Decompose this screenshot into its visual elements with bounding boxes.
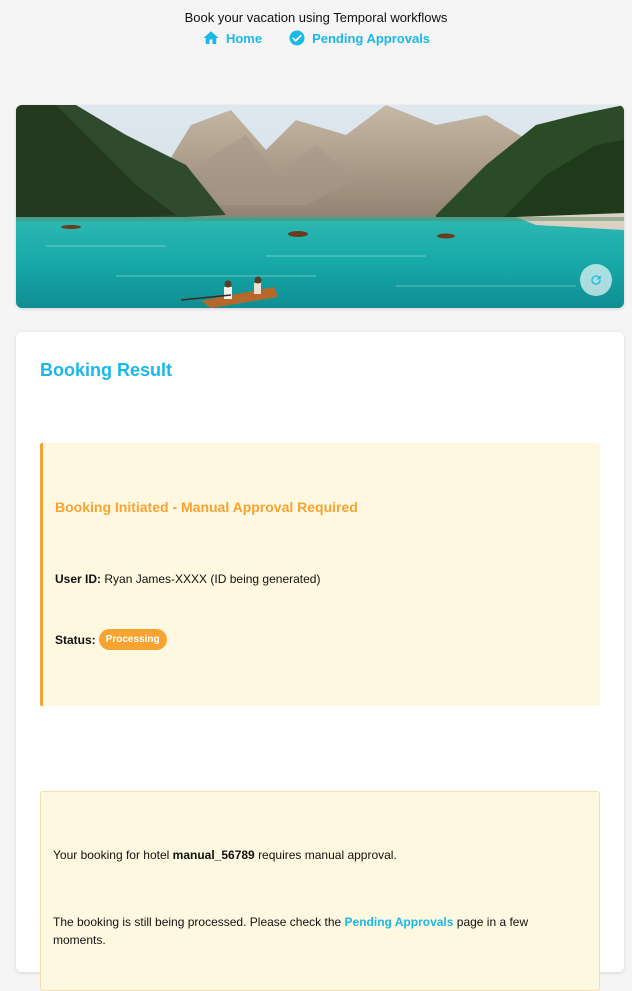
status-label: Status: [55, 632, 96, 647]
hero-banner [16, 105, 624, 308]
info-text-2: requires manual approval. [258, 848, 397, 862]
info-box: Your booking for hotel manual_56789 requ… [40, 791, 600, 991]
pending-approvals-link[interactable]: Pending Approvals [345, 915, 454, 929]
status-row: Status: Processing [55, 629, 167, 650]
nav-home-label: Home [225, 30, 263, 46]
status-badge: Processing [98, 629, 167, 650]
refresh-image-button[interactable] [580, 264, 612, 296]
notice-heading: Booking Initiated - Manual Approval Requ… [55, 499, 358, 515]
approval-notice: Booking Initiated - Manual Approval Requ… [40, 443, 600, 706]
page-title: Booking Result [40, 360, 173, 380]
booking-result-card: Booking Result Booking Initiated - Manua… [16, 332, 624, 991]
hotel-approval-message: Your booking for hotel manual_56789 requ… [53, 846, 573, 864]
user-id-value: Ryan James-XXXX (ID being generated) [104, 572, 321, 586]
user-id-row: User ID: Ryan James-XXXX (ID being gener… [55, 572, 320, 586]
info-text-1: Your booking for hotel [53, 848, 170, 862]
refresh-icon [589, 273, 603, 287]
processing-message: The booking is still being processed. Pl… [53, 913, 573, 949]
hotel-name: manual_56789 [172, 848, 255, 862]
info-text-3: The booking is still being processed. Pl… [53, 915, 342, 929]
nav-pending-approvals-link[interactable]: Pending Approvals [288, 29, 430, 47]
nav-home-link[interactable]: Home [202, 29, 262, 47]
nav-pending-approvals-label: Pending Approvals [312, 30, 431, 46]
app-subtitle: Book your vacation using Temporal workfl… [184, 10, 448, 25]
check-circle-icon [288, 29, 306, 47]
home-icon [202, 29, 220, 47]
lake-mountain-image [16, 105, 624, 308]
user-id-label: User ID: [55, 572, 102, 586]
main-nav: Home Pending Approvals [0, 29, 632, 47]
